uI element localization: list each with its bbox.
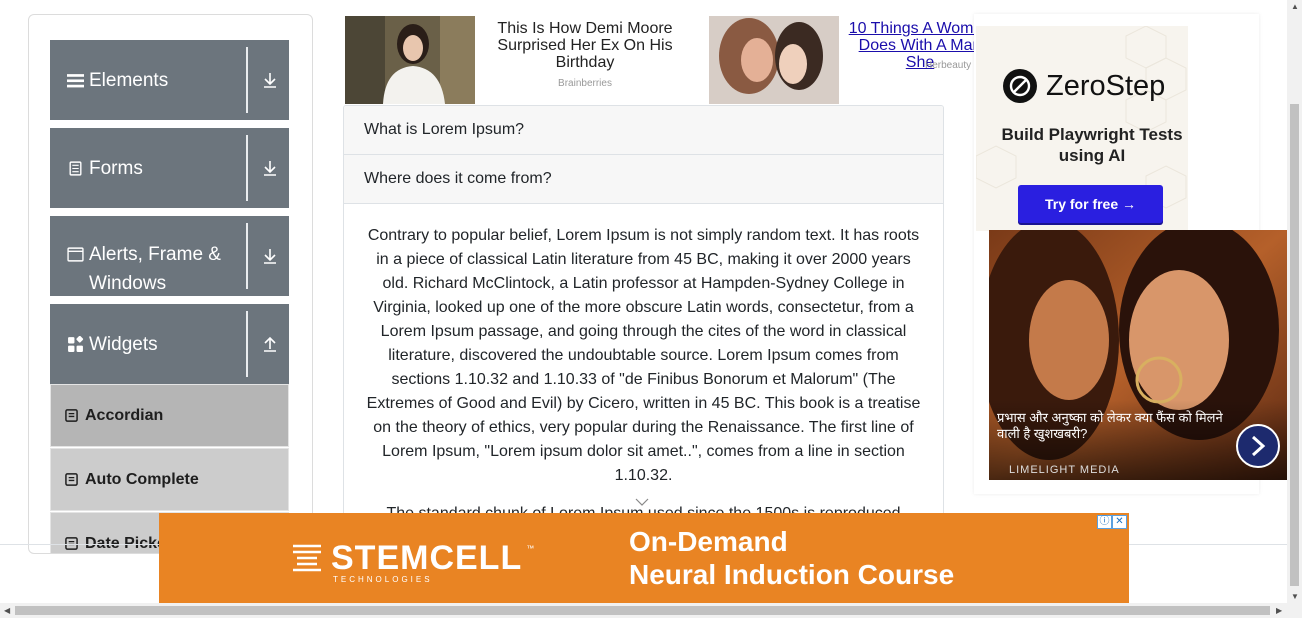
adchoices-info-icon[interactable]: ⓘ	[1097, 515, 1112, 529]
divider	[246, 311, 248, 377]
stemcell-brand: STEMCELL	[331, 539, 523, 577]
group-header-content: Widgets	[50, 304, 246, 384]
scroll-left-icon[interactable]: ◀	[4, 607, 12, 615]
top-ad-strip: This Is How Demi Moore Surprised Her Ex …	[345, 16, 977, 104]
zerostep-logo-icon	[1003, 69, 1037, 103]
ad-headline-1[interactable]: This Is How Demi Moore Surprised Her Ex …	[490, 20, 680, 71]
accordion: What is Lorem Ipsum? Where does it come …	[343, 105, 944, 545]
scroll-up-icon[interactable]: ▲	[1291, 2, 1299, 11]
right-ad[interactable]: ZeroStep Build Playwright Tests using AI…	[974, 14, 1287, 494]
vertical-scroll-thumb[interactable]	[1290, 104, 1299, 586]
download-arrow-icon[interactable]	[260, 70, 280, 90]
vertical-scrollbar[interactable]: ▲ ▼	[1287, 0, 1302, 603]
group-label: Alerts, Frame & Windows	[89, 244, 221, 294]
ad-image-2[interactable]	[709, 16, 839, 104]
accordion-body: Contrary to popular belief, Lorem Ipsum …	[344, 204, 943, 526]
ad-thumbnail	[345, 16, 475, 104]
movie-source: LIMELIGHT MEDIA	[1009, 464, 1120, 476]
stemcell-logo-icon	[293, 544, 321, 572]
group-header-alerts[interactable]: Alerts, Frame & Windows	[50, 216, 289, 296]
group-title-wrap: Elements	[67, 66, 168, 95]
download-arrow-icon[interactable]	[260, 246, 280, 266]
stemcell-banner-ad[interactable]: STEMCELL ™ TECHNOLOGIES On-Demand Neural…	[159, 513, 1129, 603]
document-icon	[69, 160, 82, 176]
menu-item-label: Auto Complete	[85, 470, 199, 488]
divider	[246, 135, 248, 201]
zerostep-logo: ZeroStep	[1002, 68, 1165, 104]
menu-item-label: Accordian	[85, 406, 164, 424]
chevron-right-icon	[1251, 435, 1266, 457]
menu-item-icon	[65, 409, 78, 422]
group-title-wrap: Widgets	[67, 330, 158, 359]
banner-headline-line1: On-Demand	[629, 526, 788, 557]
banner-headline: On-Demand Neural Induction Course	[629, 525, 954, 591]
menu-item-icon	[65, 473, 78, 486]
group-header-elements[interactable]: Elements	[50, 40, 289, 120]
scroll-down-icon[interactable]: ▼	[1291, 592, 1299, 601]
accordion-title: What is Lorem Ipsum?	[364, 121, 525, 138]
zerostep-tagline: Build Playwright Tests using AI	[1001, 125, 1183, 165]
ad-image-1[interactable]	[345, 16, 475, 104]
group-header-content: Elements	[50, 40, 246, 120]
menu-item-accordian[interactable]: Accordian	[50, 384, 289, 447]
accordion-header-where-from[interactable]: Where does it come from?	[344, 155, 943, 204]
group-label: Widgets	[89, 333, 158, 355]
group-title-wrap: Forms	[67, 154, 143, 183]
adchoices[interactable]: ⓘ ✕	[1097, 515, 1129, 529]
hamburger-icon	[67, 73, 84, 87]
menu-item-auto-complete[interactable]: Auto Complete	[50, 448, 289, 511]
widgets-icon	[68, 335, 84, 352]
divider	[246, 47, 248, 113]
adchoices-close-icon[interactable]: ✕	[1112, 515, 1127, 529]
stemcell-sub: TECHNOLOGIES	[333, 575, 433, 584]
window-icon	[67, 247, 84, 262]
accordion-title: Where does it come from?	[364, 170, 552, 187]
try-for-free-button[interactable]: Try for free →	[1018, 185, 1163, 223]
chevron-down-icon[interactable]	[635, 497, 649, 507]
banner-headline-line2: Neural Induction Course	[629, 559, 955, 590]
scroll-right-icon[interactable]: ▶	[1276, 607, 1284, 615]
left-panel: Elements Forms Alerts, Frame & Windows W…	[28, 14, 313, 554]
horizontal-scrollbar[interactable]: ◀ ▶	[0, 603, 1302, 618]
ad-source-1: Brainberries	[558, 78, 612, 89]
group-title-wrap: Alerts, Frame & Windows	[67, 240, 237, 298]
group-header-content: Alerts, Frame & Windows	[50, 216, 246, 296]
zerostep-brand: ZeroStep	[1046, 69, 1166, 102]
accordion-header-what-is[interactable]: What is Lorem Ipsum?	[344, 106, 943, 155]
group-header-content: Forms	[50, 128, 246, 208]
group-label: Forms	[89, 157, 143, 179]
movie-caption: प्रभास और अनुष्का को लेकर क्या फैंस को म…	[997, 410, 1223, 441]
horizontal-scroll-thumb[interactable]	[15, 606, 1270, 615]
group-label: Elements	[89, 69, 169, 91]
upload-arrow-icon[interactable]	[260, 334, 280, 354]
ad-source-2: Herbeauty	[925, 60, 972, 71]
download-arrow-icon[interactable]	[260, 158, 280, 178]
accordion-paragraph: Contrary to popular belief, Lorem Ipsum …	[366, 227, 921, 484]
divider	[246, 223, 248, 289]
stemcell-logo: STEMCELL ™ TECHNOLOGIES	[331, 539, 535, 584]
zerostep-ad[interactable]: ZeroStep Build Playwright Tests using AI…	[976, 26, 1188, 231]
group-header-forms[interactable]: Forms	[50, 128, 289, 208]
next-arrow-button[interactable]	[1236, 424, 1280, 468]
group-header-widgets[interactable]: Widgets	[50, 304, 289, 384]
movie-ad[interactable]: प्रभास और अनुष्का को लेकर क्या फैंस को म…	[989, 230, 1287, 480]
ad-thumbnail	[709, 16, 839, 104]
stemcell-tm: ™	[526, 544, 535, 553]
